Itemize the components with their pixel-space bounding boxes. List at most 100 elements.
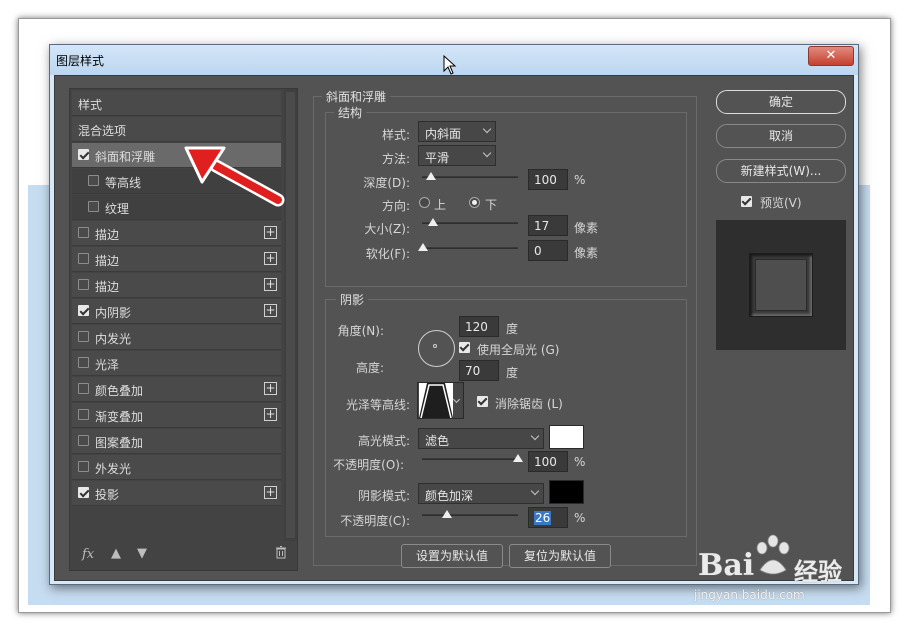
- antialias-checkbox[interactable]: [477, 396, 488, 407]
- direction-down-radio[interactable]: [469, 197, 480, 208]
- set-default-button[interactable]: 设置为默认值: [401, 544, 503, 568]
- method-dropdown-value: 平滑: [425, 151, 450, 165]
- list-item-label: 混合选项: [78, 124, 127, 138]
- depth-slider-handle[interactable]: [426, 172, 436, 180]
- ok-button[interactable]: 确定: [716, 90, 846, 114]
- shadow-opacity-value: 26: [534, 511, 552, 525]
- effect-checkbox[interactable]: [78, 383, 89, 394]
- style-label: 样式:: [381, 128, 410, 142]
- highlight-opacity-slider[interactable]: [422, 454, 523, 462]
- size-label: 大小(Z):: [364, 222, 410, 236]
- cancel-button[interactable]: 取消: [716, 124, 846, 148]
- new-style-button[interactable]: 新建样式(W)...: [716, 159, 846, 183]
- add-effect-plus-icon[interactable]: +: [264, 382, 277, 395]
- effect-checkbox[interactable]: [78, 357, 89, 368]
- size-slider[interactable]: [422, 218, 518, 226]
- soften-slider-handle[interactable]: [418, 243, 428, 251]
- effect-checkbox[interactable]: [78, 253, 89, 264]
- effect-label: 光泽: [95, 358, 120, 372]
- effect-row[interactable]: 描边 +: [72, 221, 281, 246]
- effect-checkbox[interactable]: [78, 331, 89, 342]
- effect-label: 渐变叠加: [95, 410, 144, 424]
- effect-checkbox[interactable]: [88, 175, 99, 186]
- altitude-label: 高度:: [355, 361, 384, 375]
- style-dropdown[interactable]: 内斜面: [418, 121, 496, 142]
- depth-input[interactable]: 100: [528, 169, 568, 190]
- effect-row[interactable]: 内阴影 +: [72, 299, 281, 324]
- angle-input[interactable]: 120: [459, 316, 499, 337]
- arrow-up-icon[interactable]: ▲: [111, 546, 121, 561]
- effect-row[interactable]: 描边 +: [72, 273, 281, 298]
- preview-checkbox[interactable]: [741, 196, 752, 207]
- effect-row[interactable]: 图案叠加: [72, 429, 281, 454]
- effect-checkbox[interactable]: [78, 461, 89, 472]
- effect-checkbox[interactable]: [88, 201, 99, 212]
- highlight-opacity-input[interactable]: 100: [528, 451, 568, 472]
- effect-row[interactable]: 光泽: [72, 351, 281, 376]
- soften-slider[interactable]: [418, 243, 518, 251]
- add-effect-plus-icon[interactable]: +: [264, 278, 277, 291]
- effect-checkbox[interactable]: [78, 149, 89, 160]
- effect-row[interactable]: 渐变叠加 +: [72, 403, 281, 428]
- effect-row[interactable]: 投影 +: [72, 481, 281, 506]
- highlight-opacity-unit: %: [574, 455, 586, 469]
- highlight-color-swatch[interactable]: [549, 425, 584, 449]
- shadow-opacity-handle[interactable]: [442, 510, 452, 518]
- size-slider-handle[interactable]: [428, 218, 438, 226]
- effects-list-scrollbar[interactable]: [284, 89, 297, 541]
- close-button[interactable]: ✕: [808, 46, 854, 66]
- effect-checkbox[interactable]: [78, 279, 89, 290]
- angle-dial[interactable]: [418, 330, 455, 367]
- baidu-jingyan-watermark: Bai 经验 jingyan.baidu.com: [690, 520, 870, 610]
- reset-default-button[interactable]: 复位为默认值: [509, 544, 611, 568]
- global-light-checkbox[interactable]: [459, 342, 470, 353]
- highlight-mode-dropdown[interactable]: 滤色: [418, 428, 544, 449]
- effect-row[interactable]: 外发光: [72, 455, 281, 480]
- gloss-contour-picker[interactable]: [417, 382, 464, 419]
- angle-dial-point: [433, 344, 437, 348]
- add-effect-plus-icon[interactable]: +: [264, 226, 277, 239]
- mouse-cursor-icon: [443, 55, 457, 75]
- soften-input[interactable]: 0: [528, 240, 568, 261]
- effect-checkbox[interactable]: [78, 435, 89, 446]
- arrow-down-icon[interactable]: ▼: [137, 546, 147, 561]
- add-effect-plus-icon[interactable]: +: [264, 408, 277, 421]
- direction-up-radio[interactable]: [419, 197, 430, 208]
- preview-label: 预览(V): [760, 196, 802, 210]
- shadow-mode-dropdown[interactable]: 颜色加深: [418, 483, 544, 504]
- preview-square: [749, 253, 813, 317]
- effect-checkbox[interactable]: [78, 409, 89, 420]
- add-effect-plus-icon[interactable]: +: [264, 252, 277, 265]
- shadow-opacity-slider[interactable]: [422, 510, 518, 518]
- effect-row[interactable]: 颜色叠加 +: [72, 377, 281, 402]
- list-item-styles[interactable]: 样式: [72, 91, 281, 116]
- add-effect-plus-icon[interactable]: +: [264, 304, 277, 317]
- trash-icon[interactable]: [275, 546, 287, 563]
- size-input[interactable]: 17: [528, 215, 568, 236]
- depth-slider[interactable]: [422, 172, 518, 180]
- fx-icon[interactable]: fx: [82, 547, 94, 562]
- highlight-mode-label: 高光模式:: [357, 434, 410, 448]
- altitude-unit: 度: [506, 366, 519, 380]
- method-dropdown[interactable]: 平滑: [418, 145, 496, 166]
- effect-checkbox[interactable]: [78, 305, 89, 316]
- contour-curve-icon: [419, 383, 453, 418]
- highlight-opacity-handle[interactable]: [513, 454, 523, 462]
- gloss-contour-label: 光泽等高线:: [345, 398, 410, 412]
- effect-row[interactable]: 描边 +: [72, 247, 281, 272]
- bevel-emboss-group: 斜面和浮雕 结构 样式: 内斜面 方法: 平滑 深度(D): 100 % 方向:…: [313, 88, 697, 568]
- effect-row[interactable]: 内发光: [72, 325, 281, 350]
- altitude-input[interactable]: 70: [459, 360, 499, 381]
- shadow-opacity-input[interactable]: 26: [528, 507, 568, 528]
- effect-label: 纹理: [105, 202, 130, 216]
- add-effect-plus-icon[interactable]: +: [264, 486, 277, 499]
- watermark-brand: Bai: [698, 548, 755, 583]
- soften-unit: 像素: [574, 246, 599, 260]
- effect-checkbox[interactable]: [78, 227, 89, 238]
- effect-label: 描边: [95, 254, 120, 268]
- effect-checkbox[interactable]: [78, 487, 89, 498]
- scrollbar-thumb[interactable]: [286, 92, 295, 538]
- depth-unit: %: [574, 173, 586, 187]
- shadow-color-swatch[interactable]: [549, 480, 584, 504]
- effect-label: 图案叠加: [95, 436, 144, 450]
